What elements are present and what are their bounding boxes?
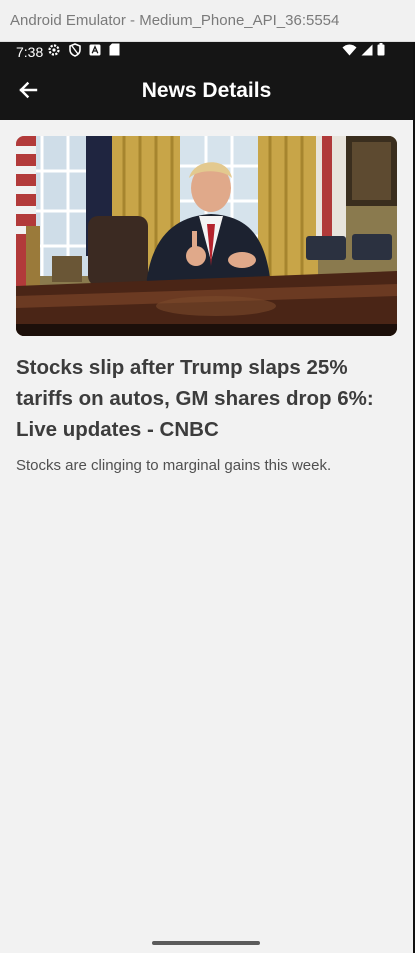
signal-icon	[361, 43, 373, 61]
status-bar: 7:38	[0, 42, 413, 64]
phone-screen: 7:38 News Details Stocks slip after Trum…	[0, 42, 415, 953]
shield-icon	[69, 42, 81, 62]
status-notification-icons	[47, 42, 120, 62]
page-title: News Details	[141, 79, 272, 102]
status-system-icons	[342, 43, 385, 61]
settings-icon	[47, 43, 61, 62]
battery-icon	[377, 43, 385, 61]
news-summary: Stocks are clinging to marginal gains th…	[16, 457, 332, 474]
emulator-window-title: Android Emulator - Medium_Phone_API_36:5…	[10, 12, 340, 29]
status-time: 7:38	[16, 44, 44, 60]
sd-card-icon	[109, 43, 120, 61]
news-headline: Stocks slip after Trump slaps 25% tariff…	[16, 356, 374, 441]
app-bar: News Details	[0, 64, 413, 120]
emulator-titlebar: Android Emulator - Medium_Phone_API_36:5…	[0, 0, 415, 42]
news-image	[16, 136, 397, 336]
wifi-icon	[342, 43, 357, 61]
font-icon	[89, 43, 101, 61]
home-indicator[interactable]	[152, 941, 260, 945]
